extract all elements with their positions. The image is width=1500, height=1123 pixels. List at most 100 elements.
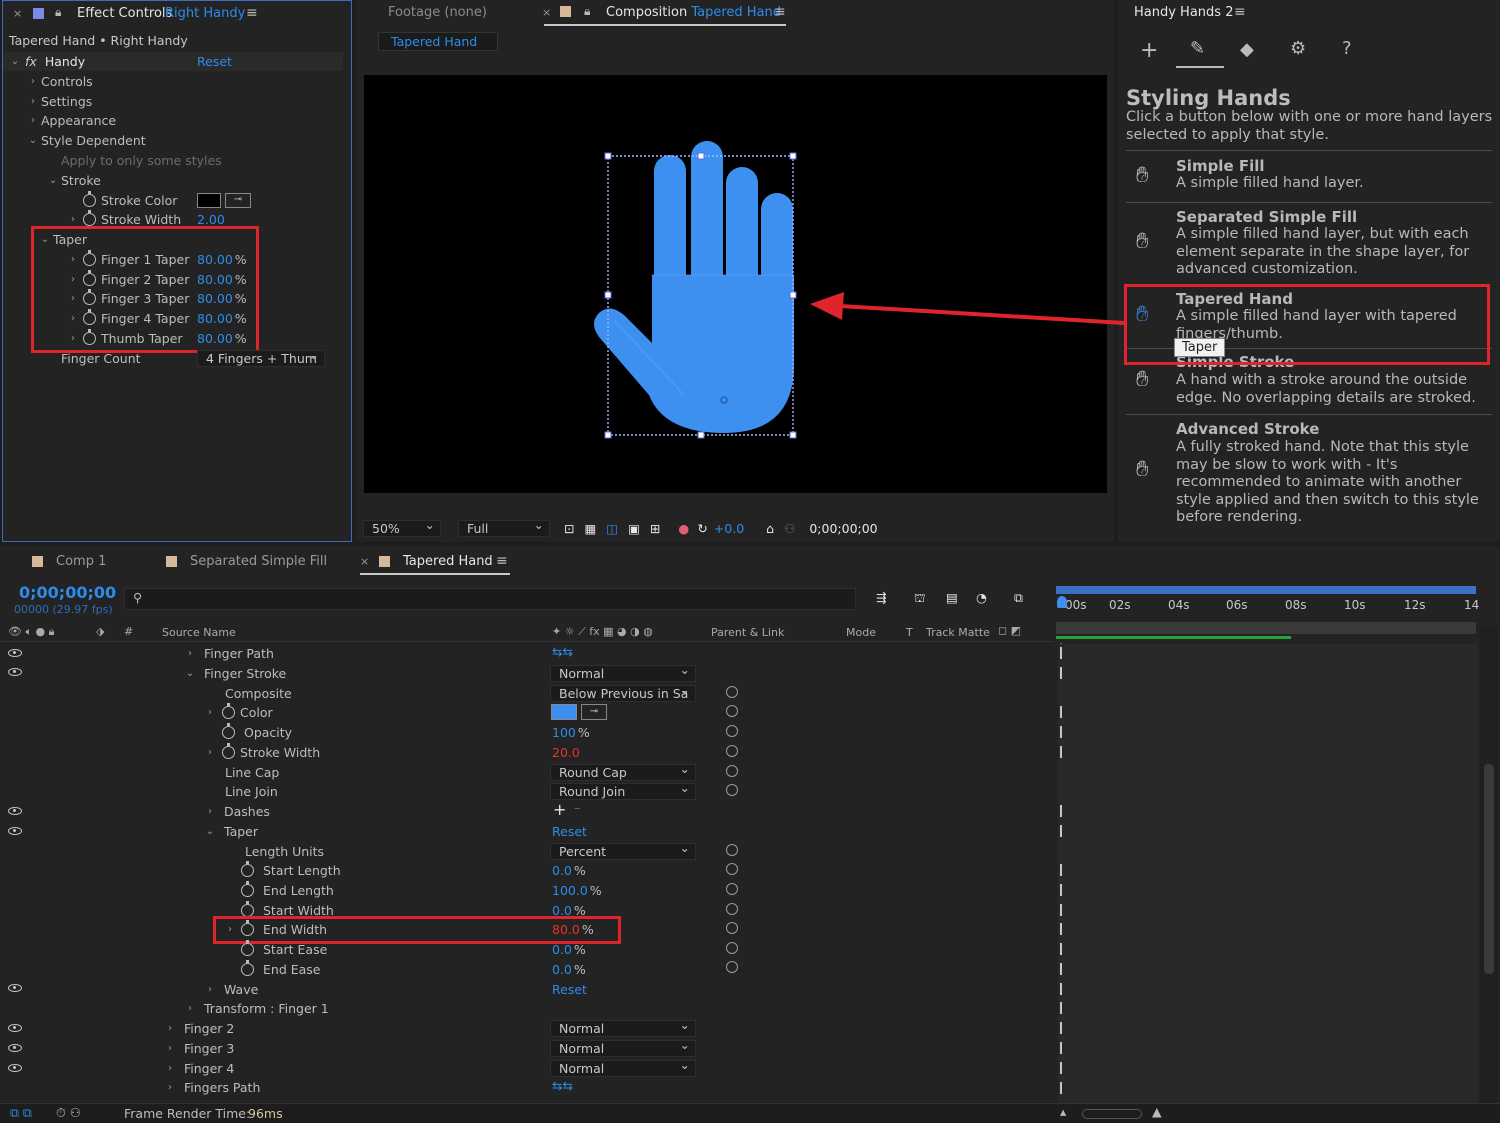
eyedropper-icon[interactable]: ⊸ xyxy=(581,704,607,720)
keyframe-marker[interactable] xyxy=(1060,647,1062,659)
stopwatch-icon[interactable] xyxy=(222,743,235,759)
keyframe-marker[interactable] xyxy=(1060,983,1062,995)
playhead[interactable] xyxy=(1057,596,1067,608)
expression-pickwhip-icon[interactable] xyxy=(726,844,738,856)
expression-pickwhip-icon[interactable] xyxy=(726,705,738,717)
zoom-slider[interactable] xyxy=(1082,1109,1142,1119)
timeline-scrollbar[interactable] xyxy=(1480,626,1498,1106)
chevron-right-icon[interactable]: › xyxy=(204,984,216,995)
blend-mode-dropdown[interactable]: Normal xyxy=(550,665,696,682)
scroll-thumb[interactable] xyxy=(1484,764,1494,974)
timeline-timecode[interactable]: 0;00;00;00 xyxy=(19,583,116,602)
stopwatch-icon[interactable] xyxy=(83,210,96,226)
dashes-row[interactable]: › Dashes xyxy=(204,802,270,821)
blend-mode-dropdown[interactable]: Normal xyxy=(550,1060,696,1077)
keyframe-marker[interactable] xyxy=(1060,864,1062,876)
track-matte-header[interactable]: Track Matte xyxy=(926,626,990,639)
render-time-toggle-icon[interactable]: ⏱︎ ⚇ xyxy=(56,1105,81,1121)
keyframe-marker[interactable] xyxy=(1060,805,1062,817)
keyframe-marker[interactable] xyxy=(1060,746,1062,758)
handy-panel-title[interactable]: Handy Hands 2 xyxy=(1134,5,1233,20)
chevron-down-icon[interactable]: ⌄ xyxy=(204,826,216,837)
stroke-width-value[interactable]: 20.0 xyxy=(552,743,580,762)
keyframe-marker[interactable] xyxy=(1060,884,1062,896)
expression-pickwhip-icon[interactable] xyxy=(726,686,738,698)
line-join-dropdown[interactable]: Round Join xyxy=(550,783,696,800)
zoom-dropdown[interactable]: 50% xyxy=(363,519,441,537)
chevron-right-icon[interactable]: › xyxy=(204,747,216,758)
switches-header-icon[interactable]: ✦ ☼ ⟋ fx ▦ ◕ ◑ ◍ xyxy=(552,625,653,639)
close-icon[interactable]: × xyxy=(360,555,369,568)
transparency-grid-icon[interactable]: ▦ xyxy=(584,521,596,536)
eye-icon[interactable] xyxy=(8,807,22,815)
show-snapshot-icon[interactable]: ⚇ xyxy=(784,521,795,536)
eye-icon[interactable] xyxy=(8,649,22,657)
keyframe-marker[interactable] xyxy=(1060,963,1062,975)
keyframe-marker[interactable] xyxy=(1060,726,1062,738)
chevron-right-icon[interactable]: › xyxy=(27,115,39,126)
panel-menu-icon[interactable]: ≡ xyxy=(246,5,258,21)
eye-icon[interactable] xyxy=(8,1044,22,1052)
expression-pickwhip-icon[interactable] xyxy=(726,725,738,737)
group-style-dependent[interactable]: ⌄ Style Dependent xyxy=(27,131,146,150)
chevron-right-icon[interactable]: › xyxy=(184,1003,196,1014)
layer-search-input[interactable]: ⚲ xyxy=(124,588,856,610)
group-appearance[interactable]: › Appearance xyxy=(27,111,116,130)
color-row[interactable]: › Color xyxy=(204,703,273,722)
keyframe-marker[interactable] xyxy=(1060,825,1062,837)
length-units-dropdown[interactable]: Percent xyxy=(550,843,696,860)
help-icon[interactable]: ? xyxy=(1342,38,1352,59)
opacity-row[interactable]: Opacity xyxy=(222,723,292,742)
chevron-down-icon[interactable]: ⌄ xyxy=(47,175,59,186)
expression-pickwhip-icon[interactable] xyxy=(726,922,738,934)
stopwatch-icon[interactable] xyxy=(222,703,235,719)
finger-4-row[interactable]: › Finger 4 xyxy=(164,1059,234,1078)
taper-reset-link[interactable]: Reset xyxy=(552,822,587,841)
stopwatch-icon[interactable] xyxy=(241,940,254,956)
stroke-group[interactable]: ⌄ Stroke xyxy=(47,171,101,190)
fx-handy-row[interactable]: ⌄ fx Handy Reset xyxy=(3,52,343,71)
viewer-timecode[interactable]: 0;00;00;00 xyxy=(809,521,877,536)
keyframe-marker[interactable] xyxy=(1060,706,1062,718)
remove-dash-icon[interactable]: – xyxy=(574,800,580,815)
keyframe-marker[interactable] xyxy=(1060,1082,1062,1094)
expression-pickwhip-icon[interactable] xyxy=(726,883,738,895)
end-ease-value[interactable]: 0.0% xyxy=(552,960,586,979)
reset-link[interactable]: Reset xyxy=(197,54,232,69)
tab-separated-simple-fill[interactable]: Separated Simple Fill xyxy=(190,554,327,569)
stopwatch-icon[interactable] xyxy=(222,723,235,739)
source-name-header[interactable]: Source Name xyxy=(162,626,236,639)
matte-icons[interactable]: ◻ ◩ xyxy=(998,624,1021,637)
comp-chip[interactable]: Tapered Hand xyxy=(378,32,498,51)
taper-row[interactable]: ⌄ Taper xyxy=(204,822,258,841)
work-area-bar[interactable] xyxy=(1056,586,1476,594)
keyframe-marker[interactable] xyxy=(1060,1062,1062,1074)
keyframe-marker[interactable] xyxy=(1060,1002,1062,1014)
comp-flowchart-icon[interactable]: ⇶ xyxy=(876,590,886,605)
guides-icon[interactable]: ▣ xyxy=(628,521,640,536)
finger-stroke-row[interactable]: ⌄ Finger Stroke xyxy=(184,664,286,683)
eyedropper-icon[interactable]: ⊸ xyxy=(225,193,251,208)
parent-link-header[interactable]: Parent & Link xyxy=(711,626,784,639)
close-icon[interactable]: × xyxy=(13,7,22,20)
stopwatch-icon[interactable] xyxy=(83,191,96,207)
finger-3-row[interactable]: › Finger 3 xyxy=(164,1039,234,1058)
reset-exposure-icon[interactable]: ↻ xyxy=(697,521,707,536)
expression-pickwhip-icon[interactable] xyxy=(726,942,738,954)
av-switches-icon[interactable]: 👁︎ 🔈︎ ● 🔒︎ xyxy=(8,625,55,639)
fx-icon[interactable]: fx xyxy=(25,54,37,69)
brush-icon[interactable]: ✎ xyxy=(1190,38,1205,59)
layer-switches-icon[interactable]: ⧉ ⧉ xyxy=(10,1105,32,1121)
plus-icon[interactable]: + xyxy=(1140,38,1158,63)
expression-pickwhip-icon[interactable] xyxy=(726,784,738,796)
chevron-right-icon[interactable]: › xyxy=(164,1023,176,1034)
stopwatch-icon[interactable] xyxy=(241,881,254,897)
zoom-out-icon[interactable]: ▴ xyxy=(1060,1104,1066,1119)
eye-icon[interactable] xyxy=(8,827,22,835)
keyframe-marker[interactable] xyxy=(1060,667,1062,679)
start-length-row[interactable]: Start Length xyxy=(241,861,341,880)
style-simple-fill[interactable]: ✋︎ Simple Fill A simple filled hand laye… xyxy=(1126,150,1492,202)
wave-row[interactable]: › Wave xyxy=(204,980,258,999)
frame-blending-icon[interactable]: ▤ xyxy=(946,590,958,605)
panel-menu-icon[interactable]: ≡ xyxy=(774,4,786,20)
